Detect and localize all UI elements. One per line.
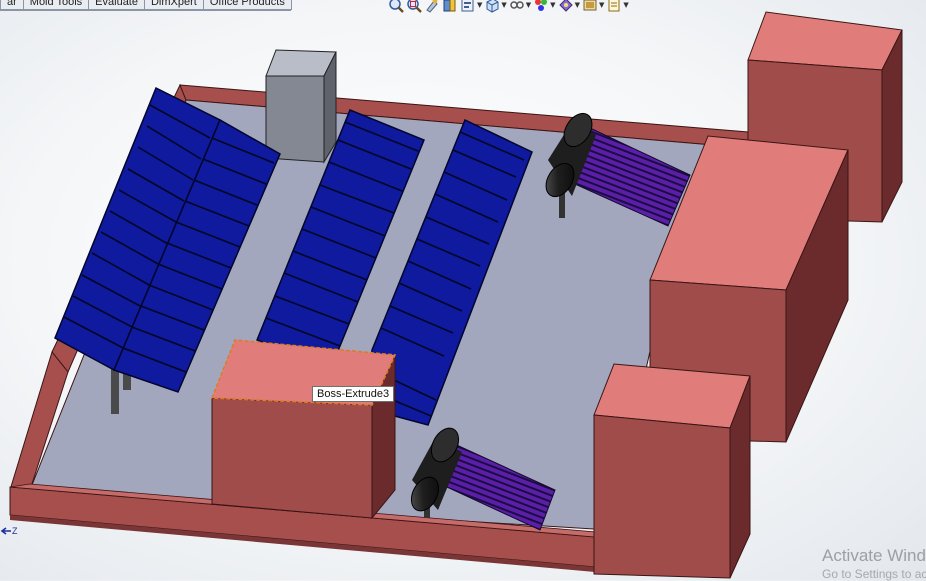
section-view-button[interactable] [442,0,458,13]
windows-activation-watermark: Activate Windows Go to Settings to activ… [822,546,926,581]
tab-office-products[interactable]: Office Products [202,0,292,10]
chevron-down-icon: ▼ [501,1,507,9]
view-orientation-icon [486,0,499,13]
chevron-down-icon: ▼ [477,1,483,9]
zoom-to-fit-button[interactable] [388,0,404,13]
building-front-right[interactable] [593,363,751,579]
reference-triad: Z [0,526,18,536]
feature-tooltip: Boss-Extrude3 [312,386,395,402]
hide-show-items-icon [535,0,548,11]
display-style-button[interactable]: ▼ [509,0,531,13]
chevron-down-icon: ▼ [550,1,556,9]
command-manager-tabs: ar Mold Tools Evaluate DimXpert Office P… [0,0,292,11]
previous-view-button[interactable] [424,0,440,13]
boss-extrude3-block[interactable] [210,339,397,520]
hide-show-items-button[interactable]: ▼ [533,0,556,13]
dynamic-annotation-views-button[interactable]: ▼ [460,0,482,13]
chevron-down-icon: ▼ [525,1,532,9]
triad-axis-label: Z [12,526,18,536]
chevron-down-icon: ▼ [574,1,580,9]
chevron-down-icon: ▼ [598,1,605,9]
edit-appearance-icon [558,0,573,12]
model-viewport[interactable] [0,0,926,580]
tab-evaluate[interactable]: Evaluate [88,0,145,10]
tab-mold-tools[interactable]: Mold Tools [22,0,90,10]
chevron-down-icon: ▼ [623,1,629,9]
tab-partial[interactable]: ar [0,0,24,10]
view-settings-button[interactable]: ▼ [606,0,629,13]
zoom-to-area-icon [407,0,422,13]
dynamic-annotation-views-icon [461,0,474,12]
electrical-cabinet[interactable] [265,49,337,164]
section-view-icon [443,0,456,12]
view-settings-icon [608,0,620,12]
watermark-subtitle: Go to Settings to activate Windows. [822,567,926,581]
apply-scene-icon [583,0,597,11]
triad-arrow-icon [0,527,11,535]
view-orientation-button[interactable]: ▼ [484,0,507,13]
display-style-icon [510,1,524,9]
edit-appearance-button[interactable]: ▼ [558,0,580,13]
zoom-to-area-button[interactable] [406,0,422,13]
heads-up-view-toolbar: ▼ ▼ ▼ ▼ ▼ ▼ ▼ [388,0,629,13]
apply-scene-button[interactable]: ▼ [582,0,604,13]
zoom-to-fit-icon [389,0,404,13]
previous-view-icon [426,0,438,13]
watermark-title: Activate Windows [822,546,926,565]
tab-dimxpert[interactable]: DimXpert [143,0,204,10]
